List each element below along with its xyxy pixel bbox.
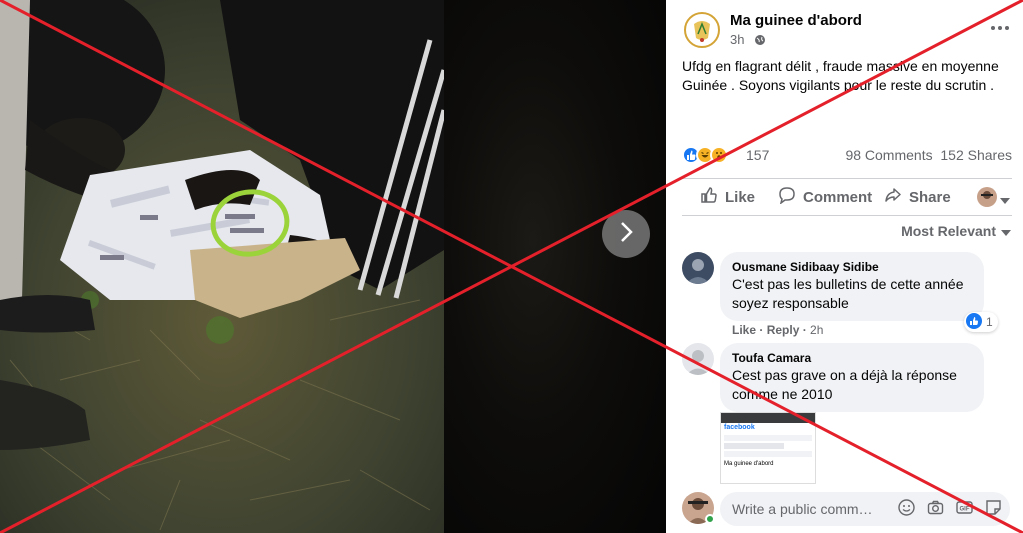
- composer-tools: GIF: [898, 499, 1002, 516]
- reaction-icons[interactable]: [682, 146, 742, 166]
- comment-composer: GIF: [682, 490, 1012, 528]
- user-avatar: [977, 187, 997, 212]
- post-panel: Ma guinee d'abord 3h Ufdg en flagrant dé…: [666, 0, 1023, 533]
- globe-icon: [754, 33, 766, 51]
- comments-count[interactable]: 98 Comments: [845, 147, 932, 163]
- comment-text: Cest pas grave on a déjà la réponse comm…: [732, 367, 957, 402]
- comment-author[interactable]: Toufa Camara: [732, 350, 972, 366]
- attachment-input-row: [724, 451, 812, 457]
- caret-down-icon: [1001, 223, 1011, 239]
- attachment-app-label: facebook: [721, 423, 815, 433]
- reaction-count[interactable]: 157: [746, 147, 769, 163]
- like-reaction-icon: [966, 312, 982, 332]
- sort-label: Most Relevant: [901, 223, 996, 239]
- wow-reaction-icon: [710, 146, 728, 164]
- comment-sort-dropdown[interactable]: Most Relevant: [901, 223, 1011, 239]
- comment-reply-link[interactable]: Reply: [767, 323, 800, 337]
- thumbs-up-icon: [700, 186, 718, 208]
- speech-bubble-icon: [778, 186, 796, 208]
- comment-author[interactable]: Ousmane Sidibaay Sidibe: [732, 259, 972, 275]
- post-stats: 157 98 Comments 152 Shares: [682, 144, 1012, 166]
- commenter-avatar[interactable]: [682, 343, 714, 375]
- page-name[interactable]: Ma guinee d'abord: [730, 12, 862, 29]
- comment-text: C'est pas les bulletins de cette année s…: [732, 276, 964, 311]
- emoji-icon[interactable]: [898, 499, 915, 516]
- commenter-avatar[interactable]: [682, 252, 714, 284]
- online-status-dot: [705, 514, 715, 524]
- post-photo: [0, 0, 444, 533]
- next-photo-button[interactable]: [602, 210, 650, 258]
- svg-text:GIF: GIF: [960, 507, 970, 513]
- attachment-nav-row: [724, 435, 812, 441]
- comments-shares-counts: 98 Comments 152 Shares: [845, 147, 1012, 163]
- photo-viewer: [0, 0, 666, 533]
- post-timestamp[interactable]: 3h: [730, 32, 744, 47]
- camera-icon[interactable]: [927, 499, 944, 516]
- sticker-icon[interactable]: [985, 499, 1002, 516]
- shares-count[interactable]: 152 Shares: [940, 147, 1012, 163]
- comment-time[interactable]: 2h: [810, 323, 823, 337]
- comment-label: Comment: [803, 188, 873, 206]
- share-label: Share: [909, 188, 951, 206]
- caret-down-icon: [1000, 191, 1010, 209]
- attachment-text-row: [724, 443, 784, 449]
- post-header: Ma guinee d'abord 3h: [682, 10, 1012, 54]
- comment-image-attachment[interactable]: facebook Ma guinee d'abord: [720, 412, 816, 484]
- share-button[interactable]: Share: [884, 179, 951, 215]
- comment-like-link[interactable]: Like: [732, 323, 756, 337]
- share-arrow-icon: [884, 186, 902, 208]
- page-avatar[interactable]: [682, 10, 722, 50]
- attachment-page-label: Ma guinee d'abord: [724, 461, 774, 467]
- comment-meta: Like · Reply · 2h: [732, 323, 824, 337]
- like-button[interactable]: Like: [700, 179, 755, 215]
- post-actions-bar: Like Comment Share: [682, 178, 1012, 216]
- attachment-status-bar: [721, 413, 815, 423]
- comment-bubble: Ousmane Sidibaay Sidibe C'est pas les bu…: [720, 252, 984, 321]
- gif-icon[interactable]: GIF: [956, 499, 973, 516]
- photo-backdrop: [444, 0, 666, 533]
- comment-item: Ousmane Sidibaay Sidibe C'est pas les bu…: [682, 252, 1012, 342]
- reaction-identity-selector[interactable]: [977, 187, 1010, 212]
- chevron-right-icon: [617, 220, 635, 249]
- post-text: Ufdg en flagrant délit , fraude massive …: [682, 58, 999, 93]
- comment-bubble: Toufa Camara Cest pas grave on a déjà la…: [720, 343, 984, 412]
- comment-item: Toufa Camara Cest pas grave on a déjà la…: [682, 343, 1012, 413]
- more-dots-icon[interactable]: [988, 18, 1012, 38]
- comment-reaction-count: 1: [986, 315, 993, 329]
- comment-button[interactable]: Comment: [778, 179, 872, 215]
- like-label: Like: [725, 188, 756, 206]
- comment-reaction-badge[interactable]: 1: [964, 312, 998, 332]
